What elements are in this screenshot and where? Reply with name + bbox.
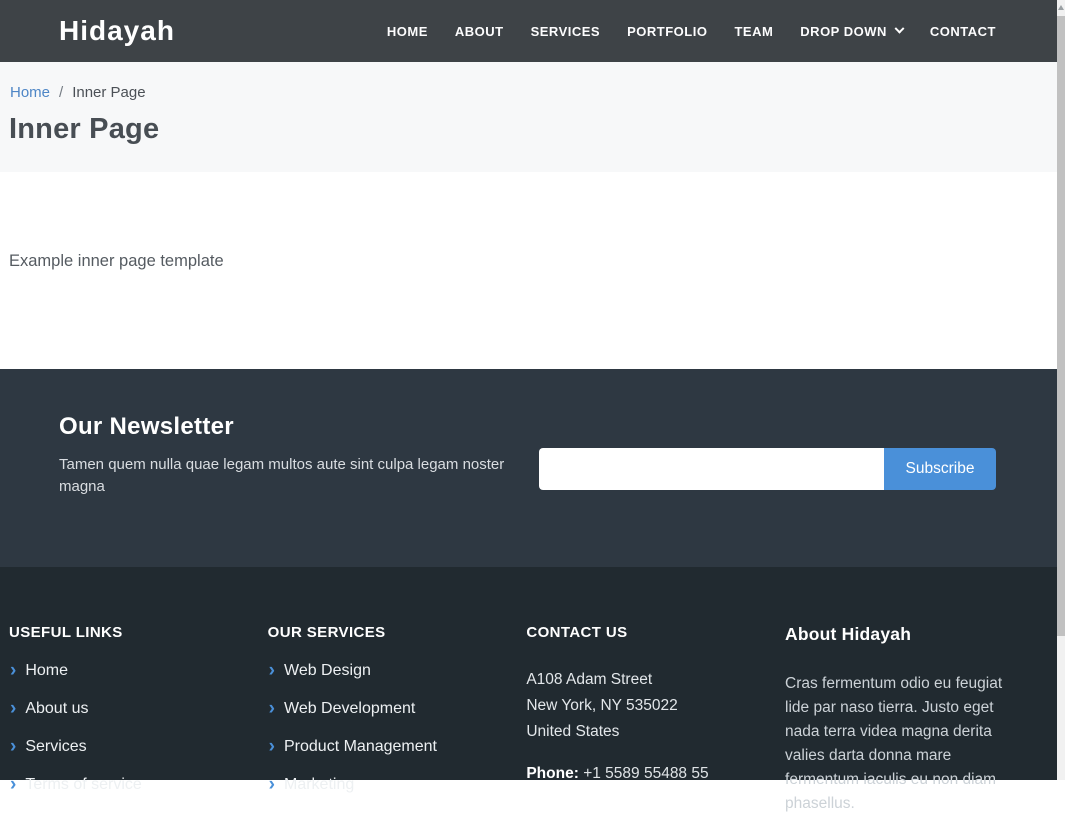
address-line-3: United States bbox=[526, 719, 761, 745]
chevron-right-icon: › bbox=[269, 699, 275, 718]
subscribe-button[interactable]: Subscribe bbox=[884, 448, 996, 490]
footer-link-label[interactable]: Services bbox=[25, 738, 86, 756]
chevron-right-icon: › bbox=[10, 775, 16, 794]
chevron-right-icon: › bbox=[10, 737, 16, 756]
footer-phone: Phone: +1 5589 55488 55 bbox=[526, 765, 761, 783]
footer-col-contact: CONTACT US A108 Adam Street New York, NY… bbox=[526, 624, 785, 780]
footer-col-about: About Hidayah Cras fermentum odio eu feu… bbox=[785, 624, 1045, 780]
chevron-right-icon: › bbox=[10, 699, 16, 718]
breadcrumb-home-link[interactable]: Home bbox=[10, 84, 50, 101]
page-body-text: Example inner page template bbox=[9, 252, 224, 271]
page-title: Inner Page bbox=[9, 113, 1065, 146]
footer-services-title: OUR SERVICES bbox=[268, 624, 503, 641]
chevron-down-icon bbox=[894, 23, 904, 33]
chevron-right-icon: › bbox=[10, 661, 16, 680]
breadcrumb: Home / Inner Page bbox=[10, 84, 1065, 101]
footer-link-terms[interactable]: › Terms of service bbox=[9, 766, 244, 804]
nav-item-services[interactable]: SERVICES bbox=[531, 24, 601, 39]
footer-link-label[interactable]: Marketing bbox=[284, 776, 354, 794]
nav-item-portfolio[interactable]: PORTFOLIO bbox=[627, 24, 707, 39]
main-content: Example inner page template bbox=[0, 172, 1065, 369]
newsletter-description: Tamen quem nulla quae legam multos aute … bbox=[59, 454, 507, 497]
footer-link-label[interactable]: Web Development bbox=[284, 700, 415, 718]
phone-value: +1 5589 55488 55 bbox=[583, 765, 708, 782]
address-line-2: New York, NY 535022 bbox=[526, 693, 761, 719]
footer-link-services[interactable]: › Services bbox=[9, 728, 244, 766]
footer-link-home[interactable]: › Home bbox=[9, 652, 244, 690]
nav-dropdown-label: DROP DOWN bbox=[800, 24, 887, 39]
footer-link-label[interactable]: Web Design bbox=[284, 662, 371, 680]
brand-logo[interactable]: Hidayah bbox=[59, 0, 175, 62]
footer-link-label[interactable]: Product Management bbox=[284, 738, 437, 756]
breadcrumb-separator: / bbox=[59, 84, 63, 101]
chevron-right-icon: › bbox=[269, 661, 275, 680]
nav-item-home[interactable]: HOME bbox=[387, 24, 428, 39]
footer-link-web-design[interactable]: › Web Design bbox=[268, 652, 503, 690]
footer-link-marketing[interactable]: › Marketing bbox=[268, 766, 503, 804]
footer-col-useful-links: USEFUL LINKS › Home › About us › Service… bbox=[9, 624, 268, 780]
footer-col-services: OUR SERVICES › Web Design › Web Developm… bbox=[268, 624, 527, 780]
nav-item-about[interactable]: ABOUT bbox=[455, 24, 504, 39]
newsletter-section: Our Newsletter Tamen quem nulla quae leg… bbox=[0, 369, 1065, 567]
footer-about-title: About Hidayah bbox=[785, 624, 1021, 645]
footer-link-about-us[interactable]: › About us bbox=[9, 690, 244, 728]
footer-about-text: Cras fermentum odio eu feugiat lide par … bbox=[785, 672, 1021, 816]
breadcrumb-current: Inner Page bbox=[72, 84, 145, 101]
footer-link-label[interactable]: About us bbox=[25, 700, 88, 718]
footer-useful-links-title: USEFUL LINKS bbox=[9, 624, 244, 641]
nav-item-contact[interactable]: CONTACT bbox=[930, 24, 996, 39]
chevron-right-icon: › bbox=[269, 775, 275, 794]
nav-item-dropdown[interactable]: DROP DOWN bbox=[800, 24, 903, 39]
newsletter-title: Our Newsletter bbox=[59, 413, 234, 441]
address-line-1: A108 Adam Street bbox=[526, 667, 761, 693]
footer-link-label[interactable]: Terms of service bbox=[25, 776, 141, 794]
page: Hidayah HOME ABOUT SERVICES PORTFOLIO TE… bbox=[0, 0, 1065, 780]
footer-link-label[interactable]: Home bbox=[25, 662, 68, 680]
footer-link-web-development[interactable]: › Web Development bbox=[268, 690, 503, 728]
footer-contact-title: CONTACT US bbox=[526, 624, 761, 641]
footer: USEFUL LINKS › Home › About us › Service… bbox=[0, 567, 1065, 780]
footer-address: A108 Adam Street New York, NY 535022 Uni… bbox=[526, 667, 761, 745]
newsletter-email-input[interactable] bbox=[539, 448, 884, 490]
header: Hidayah HOME ABOUT SERVICES PORTFOLIO TE… bbox=[0, 0, 1065, 62]
breadcrumb-section: Home / Inner Page Inner Page bbox=[0, 62, 1065, 172]
main-nav: HOME ABOUT SERVICES PORTFOLIO TEAM DROP … bbox=[387, 0, 996, 62]
nav-item-team[interactable]: TEAM bbox=[734, 24, 773, 39]
footer-useful-links-list: › Home › About us › Services › Terms of … bbox=[9, 652, 244, 804]
vertical-scrollbar[interactable] bbox=[1057, 0, 1065, 780]
footer-services-list: › Web Design › Web Development › Product… bbox=[268, 652, 503, 804]
footer-link-product-management[interactable]: › Product Management bbox=[268, 728, 503, 766]
chevron-right-icon: › bbox=[269, 737, 275, 756]
phone-label: Phone: bbox=[526, 765, 579, 782]
scrollbar-thumb[interactable] bbox=[1057, 16, 1065, 636]
newsletter-form: Subscribe bbox=[539, 448, 996, 490]
scrollbar-up-arrow-icon[interactable] bbox=[1058, 5, 1064, 10]
